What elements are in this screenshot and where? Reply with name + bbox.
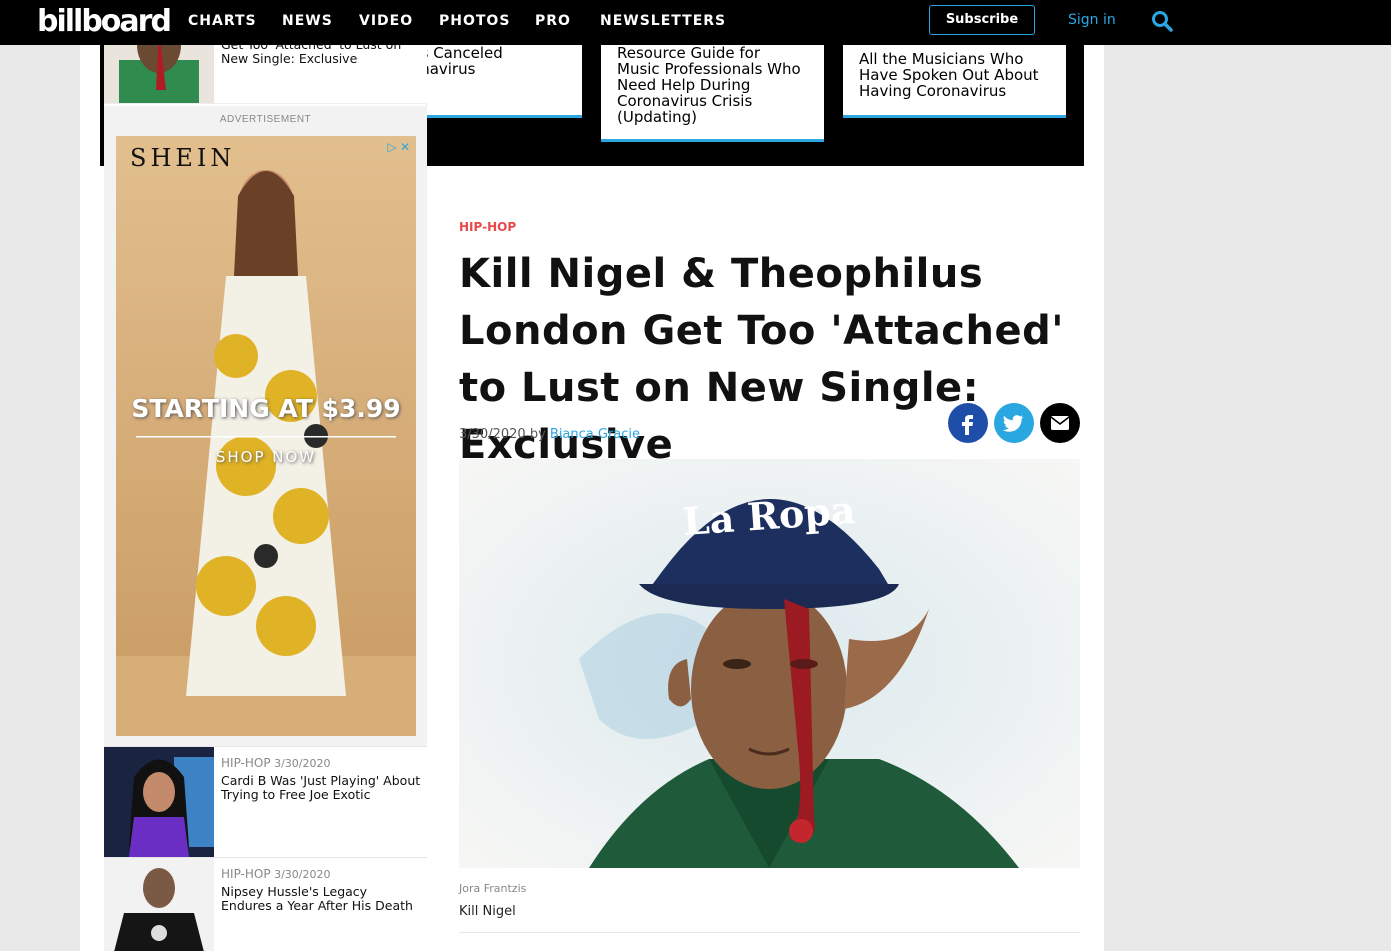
rail-thumbnail bbox=[104, 858, 214, 951]
twitter-icon bbox=[1002, 415, 1024, 432]
caption-divider bbox=[459, 932, 1080, 933]
top-navigation: billboard CHARTS NEWS VIDEO PHOTOS PRO N… bbox=[0, 0, 1391, 45]
rail-item[interactable]: HIP-HOP 3/30/2020 Cardi B Was 'Just Play… bbox=[104, 746, 427, 857]
nav-charts[interactable]: CHARTS bbox=[188, 0, 257, 45]
article-hero-image[interactable]: La Ropa bbox=[459, 459, 1080, 868]
search-icon[interactable] bbox=[1151, 10, 1173, 32]
photo-caption: Kill Nigel bbox=[459, 904, 516, 919]
email-icon bbox=[1050, 416, 1070, 430]
ad-label: ADVERTISEMENT bbox=[219, 114, 312, 125]
rail-item-title[interactable]: Nipsey Hussle's Legacy Endures a Year Af… bbox=[221, 885, 421, 913]
nav-video[interactable]: VIDEO bbox=[359, 0, 413, 45]
sign-in-link[interactable]: Sign in bbox=[1068, 0, 1116, 42]
facebook-icon bbox=[962, 415, 973, 435]
rail-item-category[interactable]: HIP-HOP bbox=[221, 867, 271, 881]
rail-thumbnail bbox=[104, 747, 214, 857]
trending-card-resource-guide[interactable]: Resource Guide for Music Professionals W… bbox=[601, 45, 824, 142]
rail-item-date: 3/30/2020 bbox=[274, 757, 331, 770]
rail-item-text: HIP-HOP 3/30/2020 Cardi B Was 'Just Play… bbox=[221, 756, 421, 802]
ad-cta[interactable]: SHOP NOW bbox=[116, 448, 416, 466]
nav-photos[interactable]: PHOTOS bbox=[439, 0, 510, 45]
trending-card-musicians[interactable]: All the Musicians Who Have Spoken Out Ab… bbox=[843, 45, 1066, 118]
share-twitter-button[interactable] bbox=[994, 403, 1034, 443]
ad-headline: STARTING AT $3.99 bbox=[131, 394, 401, 423]
trending-card-title: All the Musicians Who Have Spoken Out Ab… bbox=[859, 50, 1039, 100]
nav-news[interactable]: NEWS bbox=[282, 0, 333, 45]
article-date: 3/30/2020 bbox=[459, 427, 526, 442]
ad-brand: SHEIN bbox=[130, 144, 236, 172]
share-email-button[interactable] bbox=[1040, 403, 1080, 443]
trending-card-events[interactable]: ents Canceled oronavirus g) bbox=[400, 45, 582, 118]
rail-item-title[interactable]: Cardi B Was 'Just Playing' About Trying … bbox=[221, 774, 421, 802]
byline-by: by bbox=[529, 427, 546, 442]
left-rail: Get Too 'Attached' to Lust on New Single… bbox=[104, 0, 427, 951]
rail-item-category[interactable]: HIP-HOP bbox=[221, 756, 271, 770]
rail-item[interactable]: HIP-HOP 3/30/2020 Nipsey Hussle's Legacy… bbox=[104, 857, 427, 951]
article-byline: 3/30/2020 by Bianca Gracie bbox=[459, 427, 640, 442]
nav-newsletters[interactable]: NEWSLETTERS bbox=[600, 0, 726, 45]
rail-item-date: 3/30/2020 bbox=[274, 868, 331, 881]
share-facebook-button[interactable] bbox=[948, 403, 988, 443]
trending-card-title: Resource Guide for Music Professionals W… bbox=[617, 45, 801, 126]
ad-close-icon[interactable]: ▷ ✕ bbox=[387, 140, 410, 154]
billboard-logo[interactable]: billboard bbox=[37, 4, 172, 40]
advertisement: ADVERTISEMENT SHEIN ▷ ✕ STARTING AT $3.9… bbox=[104, 106, 427, 746]
ad-banner[interactable]: SHEIN ▷ ✕ STARTING AT $3.99 SHOP NOW bbox=[116, 136, 416, 736]
subscribe-button[interactable]: Subscribe bbox=[929, 5, 1035, 35]
article-category[interactable]: HIP-HOP bbox=[459, 220, 516, 234]
author-link[interactable]: Bianca Gracie bbox=[550, 427, 640, 442]
rail-item-text: HIP-HOP 3/30/2020 Nipsey Hussle's Legacy… bbox=[221, 867, 421, 913]
photo-credit: Jora Frantzis bbox=[459, 882, 527, 895]
nav-pro[interactable]: PRO bbox=[535, 0, 571, 45]
